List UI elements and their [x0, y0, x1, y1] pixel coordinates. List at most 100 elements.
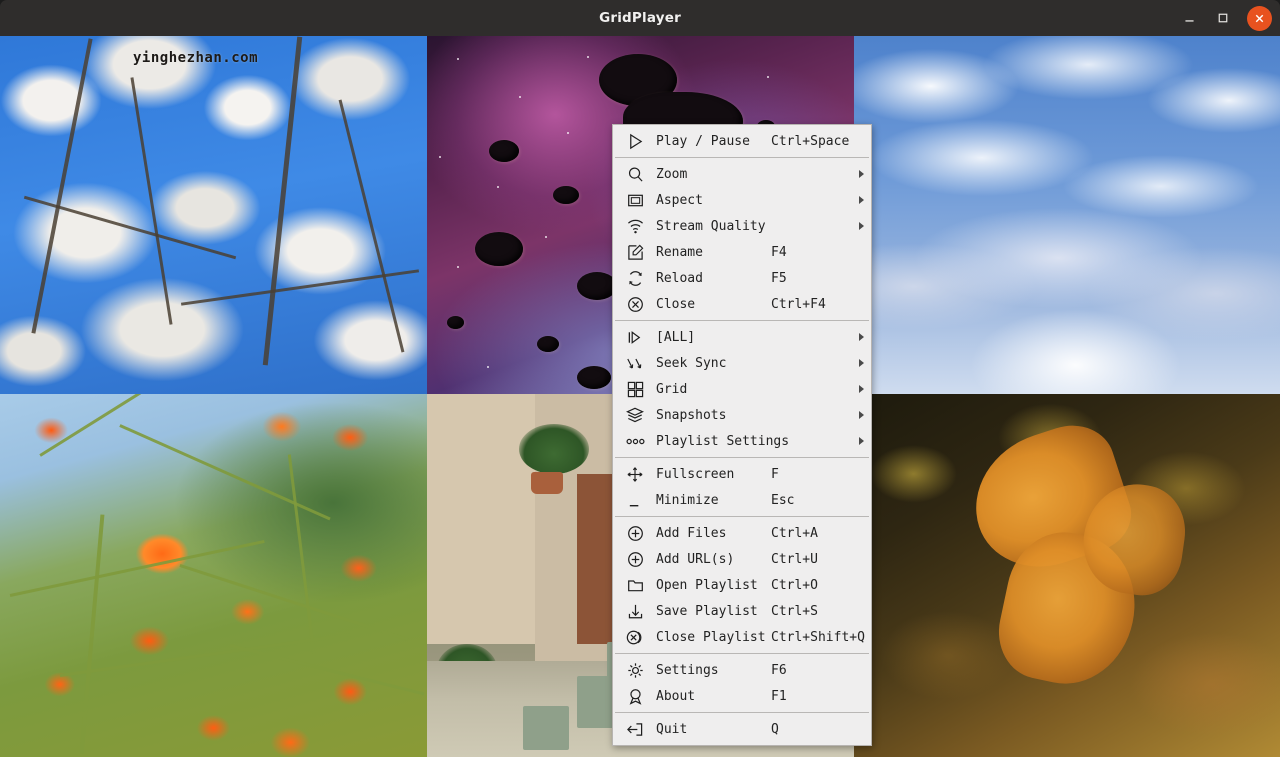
- menu-item-add-urls[interactable]: Add URL(s) Ctrl+U: [613, 546, 871, 572]
- video-watermark: yinghezhan.com: [133, 50, 258, 66]
- menu-item-label: Stream Quality: [647, 219, 865, 234]
- menu-item-label: Playlist Settings: [647, 434, 865, 449]
- save-download-arrow-icon: [623, 601, 647, 621]
- menu-item-seek-sync[interactable]: Seek Sync: [613, 350, 871, 376]
- menu-item-save-playlist[interactable]: Save Playlist Ctrl+S: [613, 598, 871, 624]
- menu-item-all[interactable]: [ALL]: [613, 324, 871, 350]
- menu-item-open-playlist[interactable]: Open Playlist Ctrl+O: [613, 572, 871, 598]
- menu-item-label: Quit: [647, 722, 865, 737]
- menu-item-shortcut: Esc: [771, 493, 794, 508]
- chevron-right-icon: [859, 359, 864, 367]
- add-files-plus-icon: [623, 523, 647, 543]
- menu-item-label: Open Playlist: [647, 578, 865, 593]
- menu-separator: [615, 516, 869, 517]
- menu-item-play-pause[interactable]: Play / Pause Ctrl+Space: [613, 128, 871, 154]
- chevron-right-icon: [859, 437, 864, 445]
- menu-item-label: About: [647, 689, 865, 704]
- menu-separator: [615, 457, 869, 458]
- menu-item-shortcut: Ctrl+U: [771, 552, 818, 567]
- menu-item-shortcut: Ctrl+O: [771, 578, 818, 593]
- video-surface-cherry-blossom: yinghezhan.com: [0, 36, 427, 394]
- close-button[interactable]: [1247, 6, 1272, 31]
- add-urls-plus-icon: [623, 549, 647, 569]
- close-playlist-circle-x-icon: [623, 627, 647, 647]
- playlist-settings-dots-icon: [623, 431, 647, 451]
- menu-item-label: Save Playlist: [647, 604, 865, 619]
- menu-separator: [615, 653, 869, 654]
- snapshots-layers-icon: [623, 405, 647, 425]
- close-circle-x-icon: [623, 294, 647, 314]
- menu-separator: [615, 320, 869, 321]
- context-menu[interactable]: Play / Pause Ctrl+Space Zoom Aspect: [612, 124, 872, 746]
- menu-item-grid[interactable]: Grid: [613, 376, 871, 402]
- menu-separator: [615, 157, 869, 158]
- chevron-right-icon: [859, 333, 864, 341]
- video-tile-4[interactable]: [0, 394, 427, 757]
- menu-item-about[interactable]: About F1: [613, 683, 871, 709]
- video-tile-6[interactable]: [854, 394, 1280, 757]
- menu-item-fullscreen[interactable]: Fullscreen F: [613, 461, 871, 487]
- menu-item-rename[interactable]: Rename F4: [613, 239, 871, 265]
- menu-item-label: Reload: [647, 271, 865, 286]
- menu-item-shortcut: Ctrl+S: [771, 604, 818, 619]
- menu-item-label: Zoom: [647, 167, 865, 182]
- menu-item-label: Add URL(s): [647, 552, 865, 567]
- menu-item-quit[interactable]: Quit Q: [613, 716, 871, 742]
- magnifier-icon: [623, 164, 647, 184]
- rename-pencil-icon: [623, 242, 647, 262]
- window-titlebar[interactable]: GridPlayer: [0, 0, 1280, 36]
- menu-item-snapshots[interactable]: Snapshots: [613, 402, 871, 428]
- fullscreen-arrows-icon: [623, 464, 647, 484]
- minimize-button[interactable]: [1176, 5, 1202, 31]
- menu-item-shortcut: F: [771, 467, 779, 482]
- video-surface-sky-clouds: [854, 36, 1280, 394]
- video-surface-butterfly: [854, 394, 1280, 757]
- minimize-underscore-icon: [623, 490, 647, 510]
- menu-item-label: Snapshots: [647, 408, 865, 423]
- chevron-right-icon: [859, 222, 864, 230]
- menu-item-shortcut: F6: [771, 663, 787, 678]
- chevron-right-icon: [859, 411, 864, 419]
- play-pause-icon: [623, 131, 647, 151]
- menu-item-shortcut: Ctrl+Space: [771, 134, 849, 149]
- window-controls: [1176, 0, 1272, 36]
- menu-item-reload[interactable]: Reload F5: [613, 265, 871, 291]
- video-tile-3[interactable]: [854, 36, 1280, 394]
- about-award-icon: [623, 686, 647, 706]
- video-tile-1[interactable]: yinghezhan.com: [0, 36, 427, 394]
- open-folder-icon: [623, 575, 647, 595]
- menu-item-label: Minimize: [647, 493, 865, 508]
- menu-item-close[interactable]: Close Ctrl+F4: [613, 291, 871, 317]
- gear-icon: [623, 660, 647, 680]
- gridplayer-window: GridPlayer yinghezhan.com: [0, 0, 1280, 757]
- maximize-button[interactable]: [1210, 5, 1236, 31]
- menu-item-shortcut: F4: [771, 245, 787, 260]
- menu-item-label: Grid: [647, 382, 865, 397]
- grid-squares-icon: [623, 379, 647, 399]
- menu-item-stream-quality[interactable]: Stream Quality: [613, 213, 871, 239]
- menu-item-settings[interactable]: Settings F6: [613, 657, 871, 683]
- menu-item-aspect[interactable]: Aspect: [613, 187, 871, 213]
- quit-exit-arrow-icon: [623, 719, 647, 739]
- menu-item-label: Rename: [647, 245, 865, 260]
- menu-item-label: Seek Sync: [647, 356, 865, 371]
- video-surface-orange-flowers: [0, 394, 427, 757]
- menu-separator: [615, 712, 869, 713]
- reload-circular-arrows-icon: [623, 268, 647, 288]
- menu-item-shortcut: Ctrl+F4: [771, 297, 826, 312]
- all-play-icon: [623, 327, 647, 347]
- menu-item-shortcut: Ctrl+A: [771, 526, 818, 541]
- chevron-right-icon: [859, 385, 864, 393]
- chevron-right-icon: [859, 170, 864, 178]
- menu-item-zoom[interactable]: Zoom: [613, 161, 871, 187]
- menu-item-close-playlist[interactable]: Close Playlist Ctrl+Shift+Q: [613, 624, 871, 650]
- menu-item-shortcut: Ctrl+Shift+Q: [771, 630, 865, 645]
- menu-item-label: Add Files: [647, 526, 865, 541]
- aspect-rectangle-icon: [623, 190, 647, 210]
- seek-sync-arrows-icon: [623, 353, 647, 373]
- signal-wifi-icon: [623, 216, 647, 236]
- menu-item-playlist-settings[interactable]: Playlist Settings: [613, 428, 871, 454]
- menu-item-minimize[interactable]: Minimize Esc: [613, 487, 871, 513]
- menu-item-shortcut: F5: [771, 271, 787, 286]
- menu-item-add-files[interactable]: Add Files Ctrl+A: [613, 520, 871, 546]
